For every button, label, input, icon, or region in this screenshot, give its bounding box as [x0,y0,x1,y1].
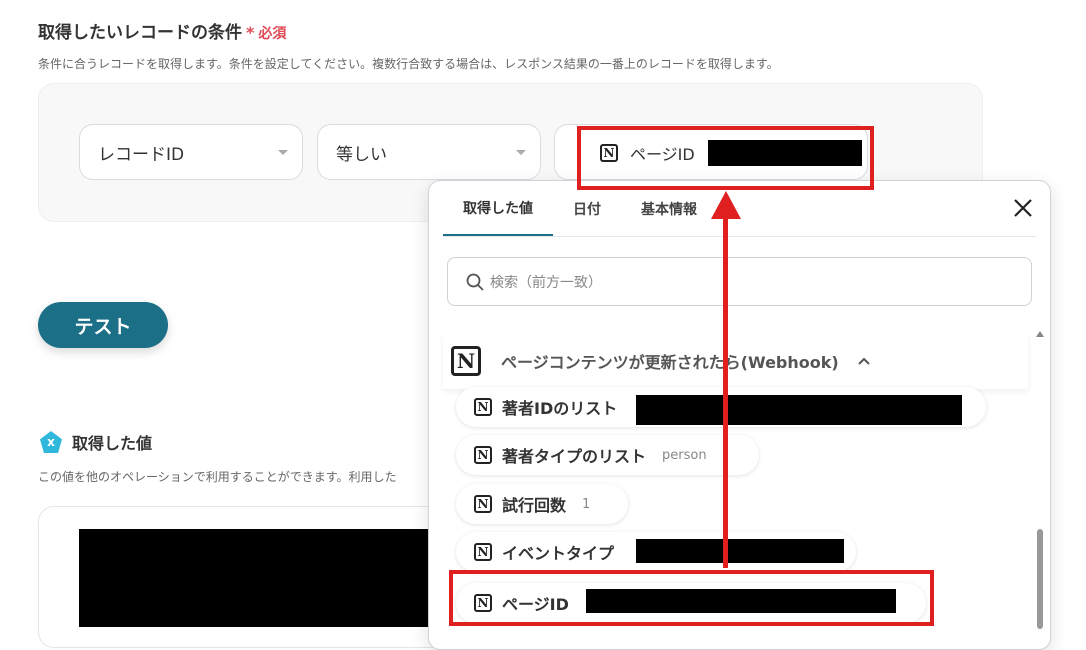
item-value: person [662,447,707,463]
annotation-arrow-line [723,215,728,568]
x-badge-icon: x [40,431,62,453]
search-placeholder: 検索（前方一致） [490,274,602,291]
redacted-value [636,539,844,563]
item-value: 1 [582,496,591,512]
operator-select-value: 等しい [336,144,387,165]
redacted-value [636,395,962,425]
retrieved-title: x 取得した値 [40,430,152,454]
list-item[interactable]: N 著者タイプのリスト person [456,435,759,475]
notion-icon: N [474,495,492,513]
section-title: 取得したいレコードの条件 * 必須 [38,18,286,43]
field-select[interactable]: レコードID [79,124,303,180]
annotation-arrow-head [711,191,741,219]
highlight-box-top [577,126,874,190]
scroll-up-icon[interactable] [1036,331,1044,337]
chevron-up-icon[interactable] [857,354,871,368]
item-label: 著者IDのリスト [502,399,618,418]
notion-icon: N [451,346,481,376]
chevron-down-icon [516,150,526,155]
item-label: 試行回数 [502,496,567,515]
test-button[interactable]: テスト [38,302,168,348]
search-icon [466,273,484,291]
tab-divider [443,236,1036,237]
section-title-text: 取得したいレコードの条件 [38,23,242,43]
notion-icon: N [474,446,492,464]
operator-select[interactable]: 等しい [317,124,541,180]
list-item[interactable]: N 試行回数 1 [456,484,628,524]
group-title: ページコンテンツが更新されたら(Webhook) [501,353,839,372]
section-description: 条件に合うレコードを取得します。条件を設定してください。複数行合致する場合は、レ… [38,57,779,71]
scrollbar-thumb[interactable] [1037,529,1043,629]
item-label: イベントタイプ [502,544,615,563]
tab-retrieved-values[interactable]: 取得した値 [443,181,553,237]
notion-icon: N [474,398,492,416]
required-label: 必須 [258,26,287,42]
required-star: * [246,23,255,42]
notion-icon: N [474,543,492,561]
field-select-value: レコードID [98,144,185,165]
group-header[interactable]: N ページコンテンツが更新されたら(Webhook) [443,333,1028,389]
item-label: 著者タイプのリスト [502,447,647,466]
chevron-down-icon [278,150,288,155]
search-input[interactable]: 検索（前方一致） [447,257,1032,306]
retrieved-title-text: 取得した値 [72,434,153,453]
highlight-box-bottom [449,570,934,626]
redacted-result [79,529,439,627]
retrieved-description: この値を他のオペレーションで利用することができます。利用した [38,470,397,484]
close-icon[interactable] [1012,197,1034,219]
